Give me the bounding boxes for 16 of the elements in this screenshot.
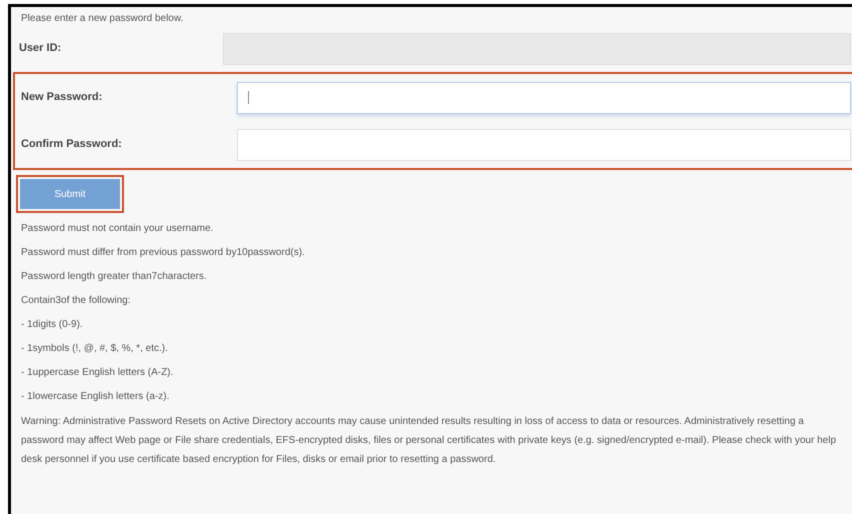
rule-text: - 1digits (0-9).: [21, 318, 84, 332]
password-field[interactable]: [237, 82, 851, 114]
password-field[interactable]: [237, 128, 851, 160]
rule-text: - 1lowercase English letters (a-z).: [21, 390, 170, 404]
submit-button[interactable]: Submit: [20, 179, 120, 209]
field-label: New Password:: [20, 90, 104, 106]
rule-text: Password length greater than7characters.: [21, 270, 208, 284]
field-label: Confirm Password:: [20, 137, 123, 152]
intro-text: Please enter a new password below.: [20, 12, 184, 25]
warning-text: Warning: Administrative Password Resets on Active Directory accounts may cause unintended results resulting in loss of access to data or resources. Administratively resetting a password may affect Web page or File share credentials, EFS-encrypted disks, files or personal certificates with private keys (e.g. signed/encrypted e-mail). Please check with your help desk personnel if you use certificate based encryption for Files, disks or email prior to resetting a password.: [20, 415, 837, 467]
rule-text: Password must not contain your username.: [21, 222, 214, 236]
rule-text: Password must differ from previous password by10password(s).: [21, 246, 306, 260]
rule-text: Contain3of the following:: [21, 294, 132, 308]
field-label: User ID:: [18, 41, 62, 56]
rule-text: - 1symbols (!, @, #, $, %, *, etc.).: [21, 342, 169, 356]
rule-text: - 1uppercase English letters (A-Z).: [21, 366, 174, 380]
